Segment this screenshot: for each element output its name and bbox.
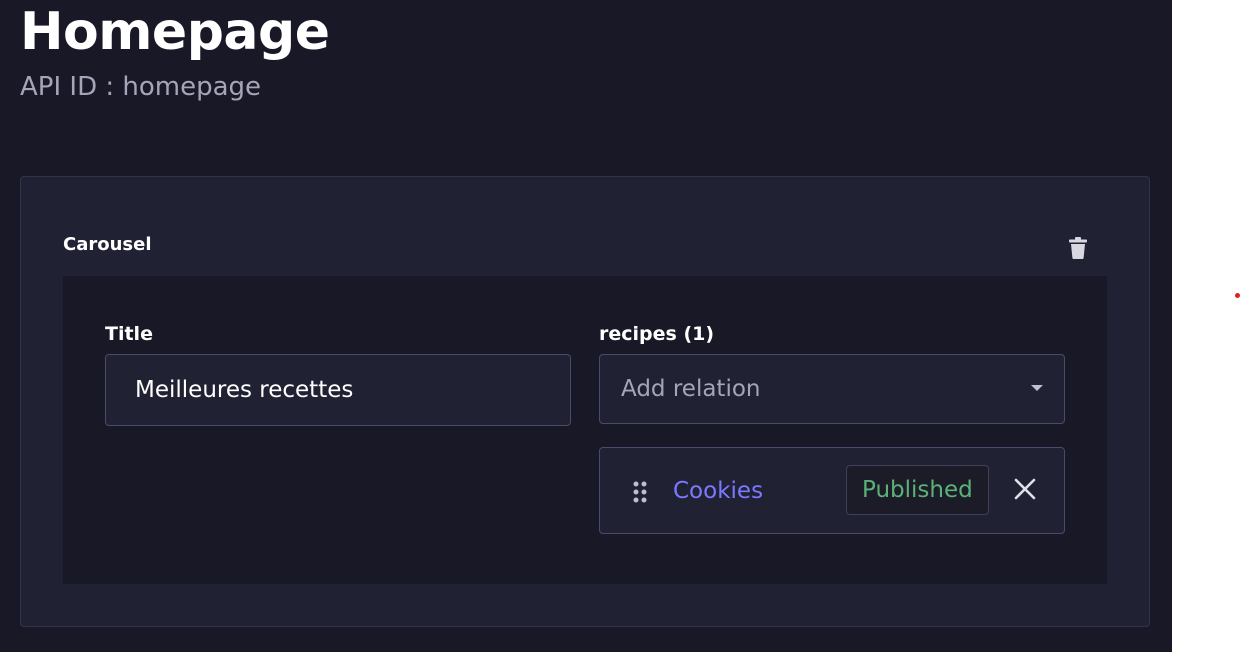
- title-input[interactable]: [105, 354, 571, 426]
- relation-item: Cookies Published: [599, 447, 1065, 534]
- remove-relation-button[interactable]: [1010, 474, 1040, 504]
- recipes-field-label: recipes (1): [599, 323, 715, 345]
- page-title: Homepage: [20, 2, 330, 62]
- component-name: Carousel: [63, 234, 152, 255]
- content-editor: Homepage API ID : homepage Carousel Titl…: [0, 0, 1172, 652]
- carousel-component-card: Carousel Title recipes (1) Add relation: [20, 176, 1150, 627]
- api-id-subtitle: API ID : homepage: [20, 72, 262, 102]
- close-icon: [1014, 478, 1036, 500]
- caret-down-icon: [1031, 385, 1043, 391]
- delete-component-button[interactable]: [1063, 233, 1093, 263]
- title-field-label: Title: [105, 323, 153, 345]
- add-relation-placeholder: Add relation: [621, 376, 761, 402]
- status-badge: Published: [846, 465, 989, 515]
- add-relation-select[interactable]: Add relation: [599, 354, 1065, 424]
- drag-handle-icon[interactable]: [633, 481, 647, 503]
- indicator-dot: [1235, 293, 1240, 298]
- component-fields-panel: Title recipes (1) Add relation Cookies P…: [63, 276, 1107, 584]
- trash-icon: [1069, 237, 1087, 259]
- relation-item-link[interactable]: Cookies: [673, 448, 763, 534]
